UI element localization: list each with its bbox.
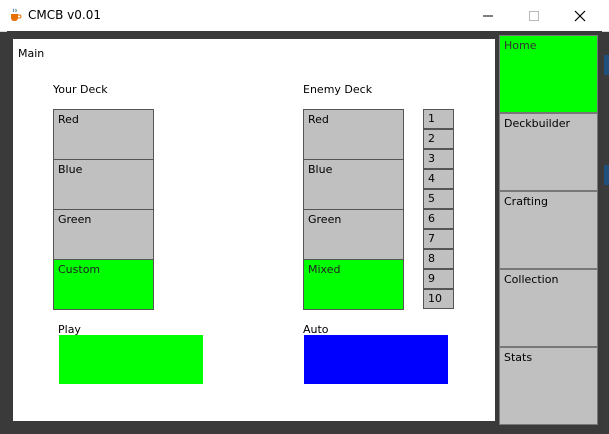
level-button-1[interactable]: 1 <box>423 109 454 129</box>
level-button-8[interactable]: 8 <box>423 249 454 269</box>
level-button-6[interactable]: 6 <box>423 209 454 229</box>
level-button-7[interactable]: 7 <box>423 229 454 249</box>
close-icon <box>574 10 586 21</box>
your-deck-option-label: Blue <box>58 163 83 176</box>
level-label: 5 <box>428 192 435 205</box>
level-label: 7 <box>428 232 435 245</box>
window-titlebar[interactable]: CMCB v0.01 <box>0 0 609 32</box>
minimize-icon <box>483 15 493 16</box>
level-button-2[interactable]: 2 <box>423 129 454 149</box>
level-label: 10 <box>428 292 442 305</box>
enemy-deck-green[interactable]: Green <box>303 209 404 260</box>
enemy-deck-option-label: Green <box>308 213 342 226</box>
edge-marker <box>604 55 609 75</box>
enemy-deck-option-label: Red <box>308 113 329 126</box>
your-deck-option-label: Custom <box>58 263 101 276</box>
edge-marker <box>604 165 609 185</box>
your-deck-option-label: Green <box>58 213 92 226</box>
close-button[interactable] <box>557 0 603 31</box>
sidebar-item-stats[interactable]: Stats <box>499 347 598 425</box>
level-button-4[interactable]: 4 <box>423 169 454 189</box>
sidebar-item-home[interactable]: Home <box>499 35 598 113</box>
enemy-deck-option-label: Blue <box>308 163 333 176</box>
level-button-5[interactable]: 5 <box>423 189 454 209</box>
sidebar-item-label: Crafting <box>504 195 548 208</box>
main-section-label: Main <box>18 47 45 60</box>
sidebar: Home Deckbuilder Crafting Collection Sta… <box>499 35 598 425</box>
enemy-deck-option-label: Mixed <box>308 263 341 276</box>
level-button-3[interactable]: 3 <box>423 149 454 169</box>
level-label: 4 <box>428 172 435 185</box>
level-label: 1 <box>428 112 435 125</box>
level-label: 2 <box>428 132 435 145</box>
your-deck-green[interactable]: Green <box>53 209 154 260</box>
sidebar-item-collection[interactable]: Collection <box>499 269 598 347</box>
sidebar-item-label: Stats <box>504 351 533 364</box>
level-button-9[interactable]: 9 <box>423 269 454 289</box>
right-edge <box>602 50 609 434</box>
sidebar-item-label: Deckbuilder <box>504 117 570 130</box>
play-button[interactable] <box>59 335 203 384</box>
sidebar-item-crafting[interactable]: Crafting <box>499 191 598 269</box>
level-label: 8 <box>428 252 435 265</box>
your-deck-blue[interactable]: Blue <box>53 159 154 210</box>
maximize-button[interactable] <box>511 0 557 31</box>
java-cup-icon <box>11 8 22 21</box>
enemy-deck-label: Enemy Deck <box>303 83 373 96</box>
your-deck-option-label: Red <box>58 113 79 126</box>
sidebar-item-deckbuilder[interactable]: Deckbuilder <box>499 113 598 191</box>
maximize-icon <box>529 10 539 21</box>
sidebar-item-label: Collection <box>504 273 559 286</box>
enemy-deck-mixed[interactable]: Mixed <box>303 259 404 310</box>
minimize-button[interactable] <box>465 0 511 31</box>
enemy-deck-red[interactable]: Red <box>303 109 404 160</box>
level-label: 6 <box>428 212 435 225</box>
your-deck-label: Your Deck <box>53 83 108 96</box>
auto-button[interactable] <box>304 335 448 384</box>
your-deck-red[interactable]: Red <box>53 109 154 160</box>
level-label: 9 <box>428 272 435 285</box>
enemy-deck-blue[interactable]: Blue <box>303 159 404 210</box>
level-label: 3 <box>428 152 435 165</box>
window-title: CMCB v0.01 <box>28 8 101 22</box>
level-button-10[interactable]: 10 <box>423 289 454 309</box>
your-deck-custom[interactable]: Custom <box>53 259 154 310</box>
sidebar-item-label: Home <box>504 39 537 52</box>
